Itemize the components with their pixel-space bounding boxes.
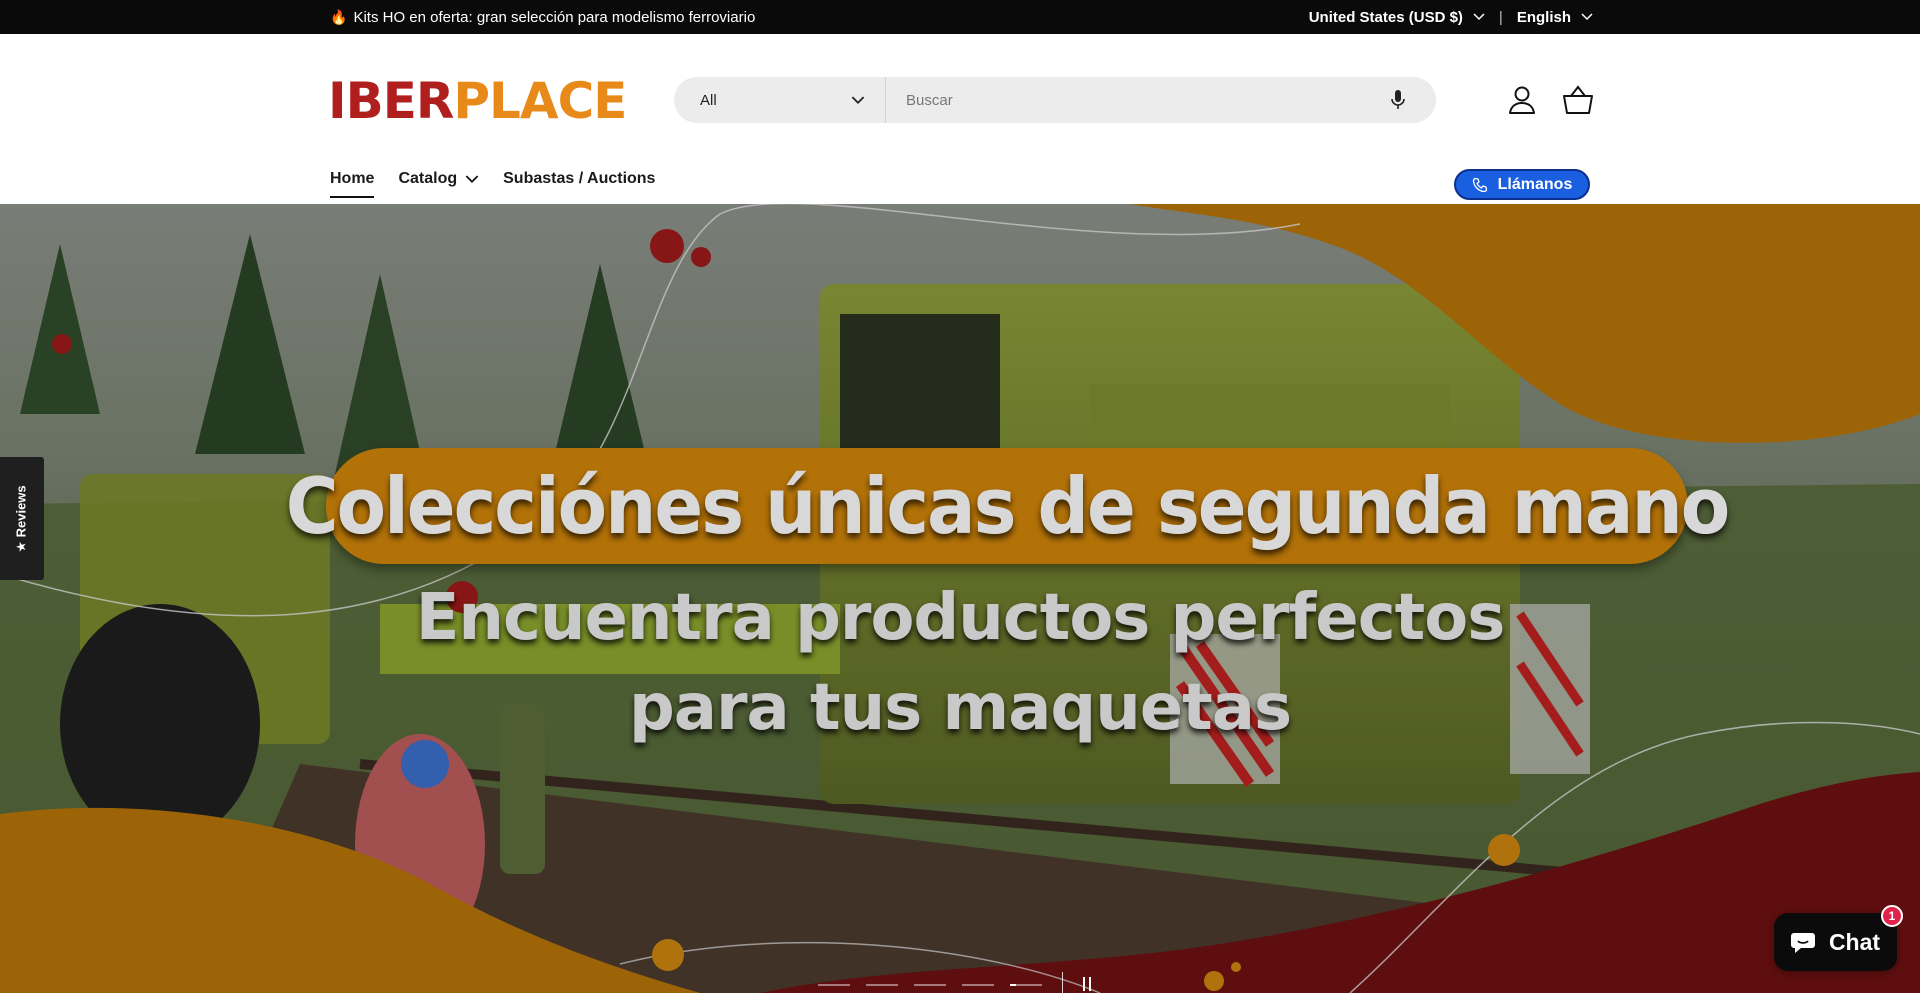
fire-icon: 🔥: [330, 8, 348, 25]
language-label: English: [1516, 8, 1571, 26]
hero-subheadline-1: Encuentra productos perfectos: [415, 581, 1506, 655]
chat-button[interactable]: Chat 1: [1774, 905, 1903, 971]
hero-headline-band: Colecciónes únicas de segunda mano: [286, 448, 1730, 564]
account-icon[interactable]: [1502, 80, 1542, 120]
call-button[interactable]: Llámanos: [1454, 169, 1590, 200]
site-header: IBERPLACE All Home Catalog Subastas / Au…: [0, 34, 1920, 204]
hero-subheadline-2: para tus maquetas: [628, 671, 1292, 745]
language-selector[interactable]: English: [1517, 9, 1593, 26]
hero-headline: Colecciónes únicas de segunda mano: [285, 460, 1730, 552]
currency-selector[interactable]: United States (USD $): [1309, 9, 1485, 26]
slide-indicator-active[interactable]: [1010, 984, 1042, 986]
announcement-bar: 🔥 Kits HO en oferta: gran selección para…: [0, 0, 1920, 34]
logo-text-iber: IBER: [328, 72, 454, 130]
reviews-tab-label: ★ Reviews: [14, 484, 29, 553]
divider: |: [1498, 8, 1503, 26]
phone-icon: [1472, 177, 1487, 192]
slide-indicator[interactable]: [914, 984, 946, 986]
slideshow-controls: [818, 972, 1095, 993]
hero-banner[interactable]: Colecciónes únicas de segunda mano Encue…: [0, 204, 1920, 993]
pause-icon[interactable]: [1079, 977, 1095, 993]
slide-indicator[interactable]: [866, 984, 898, 986]
nav-item-home[interactable]: Home: [330, 170, 375, 198]
nav-item-label: Subastas / Auctions: [503, 170, 656, 187]
divider: [1062, 972, 1063, 993]
announcement-message[interactable]: 🔥 Kits HO en oferta: gran selección para…: [330, 9, 755, 26]
chevron-down-icon: [851, 95, 865, 104]
main-nav: Home Catalog Subastas / Auctions: [330, 170, 655, 198]
cart-icon[interactable]: [1558, 80, 1598, 120]
slide-indicator[interactable]: [818, 984, 850, 986]
chevron-down-icon: [1581, 13, 1593, 21]
chevron-down-icon: [1473, 13, 1485, 21]
slide-indicator[interactable]: [962, 984, 994, 986]
chat-bubble-icon: [1790, 933, 1815, 953]
call-button-label: Llámanos: [1497, 175, 1573, 193]
chevron-down-icon: [465, 174, 479, 183]
search-category-select[interactable]: All: [674, 77, 886, 123]
nav-item-label: Home: [330, 170, 375, 187]
chat-label: Chat: [1828, 928, 1881, 955]
nav-item-auctions[interactable]: Subastas / Auctions: [503, 170, 655, 198]
search-category-label: All: [700, 91, 717, 109]
search-bar: All: [674, 77, 1436, 123]
microphone-icon[interactable]: [1378, 77, 1418, 123]
currency-label: United States (USD $): [1308, 8, 1463, 26]
logo-text-place: PLACE: [453, 72, 627, 130]
search-input[interactable]: [886, 77, 1378, 123]
chat-badge: 1: [1881, 905, 1903, 927]
nav-item-label: Catalog: [398, 170, 458, 187]
announcement-text: Kits HO en oferta: gran selección para m…: [353, 8, 756, 26]
reviews-tab[interactable]: ★ Reviews: [0, 457, 44, 580]
logo[interactable]: IBERPLACE: [328, 70, 627, 132]
nav-item-catalog[interactable]: Catalog: [398, 170, 479, 198]
